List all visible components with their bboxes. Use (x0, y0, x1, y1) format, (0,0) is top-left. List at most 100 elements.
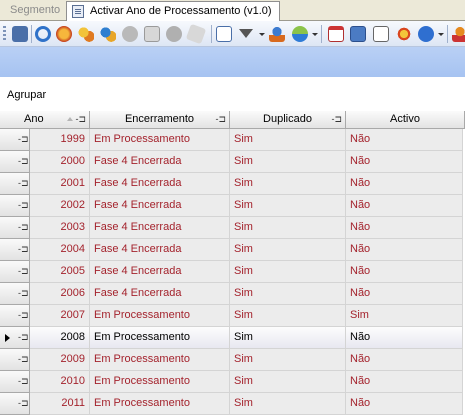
cell-activo[interactable]: Não (346, 217, 463, 239)
table-row[interactable]: -⊐ 2006 Fase 4 Encerrada Sim Não (0, 283, 465, 305)
cell-ano[interactable]: 2006 (30, 283, 90, 305)
calendar-icon[interactable] (328, 26, 344, 42)
cell-encerramento[interactable]: Em Processamento (90, 129, 230, 151)
cell-encerramento[interactable]: Em Processamento (90, 393, 230, 415)
row-selector[interactable]: -⊐ (0, 349, 30, 371)
table-row[interactable]: -⊐ 2007 Em Processamento Sim Sim (0, 305, 465, 327)
layers-dropdown-icon[interactable] (312, 33, 318, 36)
cell-encerramento[interactable]: Fase 4 Encerrada (90, 261, 230, 283)
column-header-ano[interactable]: Ano -⊐ (0, 111, 90, 129)
cell-duplicado[interactable]: Sim (230, 283, 346, 305)
user-upload-icon[interactable] (269, 26, 285, 42)
row-selector[interactable]: -⊐ (0, 327, 30, 349)
table-row[interactable]: -⊐ 2008 Em Processamento Sim Não (0, 327, 465, 349)
copy-icon[interactable] (144, 26, 160, 42)
pin-row-icon[interactable]: -⊐ (18, 244, 29, 255)
cell-duplicado[interactable]: Sim (230, 327, 346, 349)
table-row[interactable]: -⊐ 2000 Fase 4 Encerrada Sim Não (0, 151, 465, 173)
column-header-encerramento[interactable]: Encerramento -⊐ (90, 111, 230, 129)
cell-ano[interactable]: 2000 (30, 151, 90, 173)
cell-ano[interactable]: 2009 (30, 349, 90, 371)
cell-encerramento[interactable]: Fase 4 Encerrada (90, 217, 230, 239)
row-selector[interactable]: -⊐ (0, 239, 30, 261)
cell-duplicado[interactable]: Sim (230, 393, 346, 415)
cell-ano[interactable]: 1999 (30, 129, 90, 151)
cell-duplicado[interactable]: Sim (230, 173, 346, 195)
user-icon[interactable] (452, 26, 465, 42)
row-selector[interactable]: -⊐ (0, 393, 30, 415)
cell-ano[interactable]: 2011 (30, 393, 90, 415)
cell-ano[interactable]: 2007 (30, 305, 90, 327)
tab-segmento[interactable]: Segmento (2, 1, 65, 21)
cell-duplicado[interactable]: Sim (230, 151, 346, 173)
layers-icon[interactable] (292, 26, 308, 42)
pin-row-icon[interactable]: -⊐ (18, 332, 29, 343)
cell-duplicado[interactable]: Sim (230, 195, 346, 217)
row-selector[interactable]: -⊐ (0, 195, 30, 217)
cell-activo[interactable]: Não (346, 393, 463, 415)
row-selector[interactable]: -⊐ (0, 371, 30, 393)
export-table-icon[interactable] (216, 26, 232, 42)
cell-activo[interactable]: Não (346, 129, 463, 151)
row-selector[interactable]: -⊐ (0, 283, 30, 305)
tab-activar-ano[interactable]: Activar Ano de Processamento (v1.0) (66, 1, 280, 21)
filter-icon[interactable] (239, 29, 253, 38)
cell-encerramento[interactable]: Em Processamento (90, 305, 230, 327)
pin-row-icon[interactable]: -⊐ (18, 398, 29, 409)
edit-note-icon[interactable] (373, 26, 389, 42)
cell-encerramento[interactable]: Em Processamento (90, 371, 230, 393)
column-header-activo[interactable]: Activo (346, 111, 465, 129)
cell-activo[interactable]: Não (346, 349, 463, 371)
cell-encerramento[interactable]: Fase 4 Encerrada (90, 173, 230, 195)
cell-ano[interactable]: 2002 (30, 195, 90, 217)
cell-activo[interactable]: Não (346, 283, 463, 305)
table-row[interactable]: -⊐ 2001 Fase 4 Encerrada Sim Não (0, 173, 465, 195)
pin-row-icon[interactable]: -⊐ (18, 178, 29, 189)
cell-duplicado[interactable]: Sim (230, 129, 346, 151)
cell-encerramento[interactable]: Fase 4 Encerrada (90, 239, 230, 261)
cell-activo[interactable]: Não (346, 151, 463, 173)
cell-ano[interactable]: 2008 (30, 327, 90, 349)
table-row[interactable]: -⊐ 2010 Em Processamento Sim Não (0, 371, 465, 393)
cell-ano[interactable]: 2005 (30, 261, 90, 283)
cell-activo[interactable]: Não (346, 173, 463, 195)
cell-duplicado[interactable]: Sim (230, 305, 346, 327)
users-group-icon[interactable] (78, 26, 94, 42)
save-icon[interactable] (12, 26, 28, 42)
row-selector[interactable]: -⊐ (0, 151, 30, 173)
pin-row-icon[interactable]: -⊐ (18, 222, 29, 233)
pin-row-icon[interactable]: -⊐ (18, 134, 29, 145)
pin-row-icon[interactable]: -⊐ (18, 376, 29, 387)
table-row[interactable]: -⊐ 2004 Fase 4 Encerrada Sim Não (0, 239, 465, 261)
pin-icon[interactable]: -⊐ (215, 111, 226, 128)
help-icon[interactable] (418, 26, 434, 42)
pin-row-icon[interactable]: -⊐ (18, 266, 29, 277)
table-row[interactable]: -⊐ 2003 Fase 4 Encerrada Sim Não (0, 217, 465, 239)
eraser-icon[interactable] (185, 23, 207, 45)
cell-activo[interactable]: Não (346, 195, 463, 217)
cell-ano[interactable]: 2001 (30, 173, 90, 195)
refresh-icon[interactable] (35, 26, 51, 42)
table-row[interactable]: -⊐ 2009 Em Processamento Sim Não (0, 349, 465, 371)
cell-ano[interactable]: 2003 (30, 217, 90, 239)
cell-activo[interactable]: Não (346, 239, 463, 261)
row-selector[interactable]: -⊐ (0, 173, 30, 195)
filter-dropdown-icon[interactable] (259, 33, 265, 36)
group-by-area[interactable]: Agrupar (0, 77, 465, 111)
table-row[interactable]: -⊐ 2005 Fase 4 Encerrada Sim Não (0, 261, 465, 283)
globe-icon[interactable] (56, 26, 72, 42)
pin-row-icon[interactable]: -⊐ (18, 354, 29, 365)
cell-duplicado[interactable]: Sim (230, 349, 346, 371)
column-header-duplicado[interactable]: Duplicado -⊐ (230, 111, 346, 129)
cell-duplicado[interactable]: Sim (230, 217, 346, 239)
toolbar-grip[interactable] (3, 26, 6, 42)
table-row[interactable]: -⊐ 1999 Em Processamento Sim Não (0, 129, 465, 151)
cell-encerramento[interactable]: Fase 4 Encerrada (90, 151, 230, 173)
cell-encerramento[interactable]: Em Processamento (90, 327, 230, 349)
settings-icon[interactable] (396, 26, 412, 42)
table-row[interactable]: -⊐ 2011 Em Processamento Sim Não (0, 393, 465, 415)
row-selector[interactable]: -⊐ (0, 305, 30, 327)
users-add-icon[interactable] (100, 26, 116, 42)
pin-icon[interactable]: -⊐ (331, 111, 342, 128)
pin-icon[interactable]: -⊐ (75, 111, 86, 128)
